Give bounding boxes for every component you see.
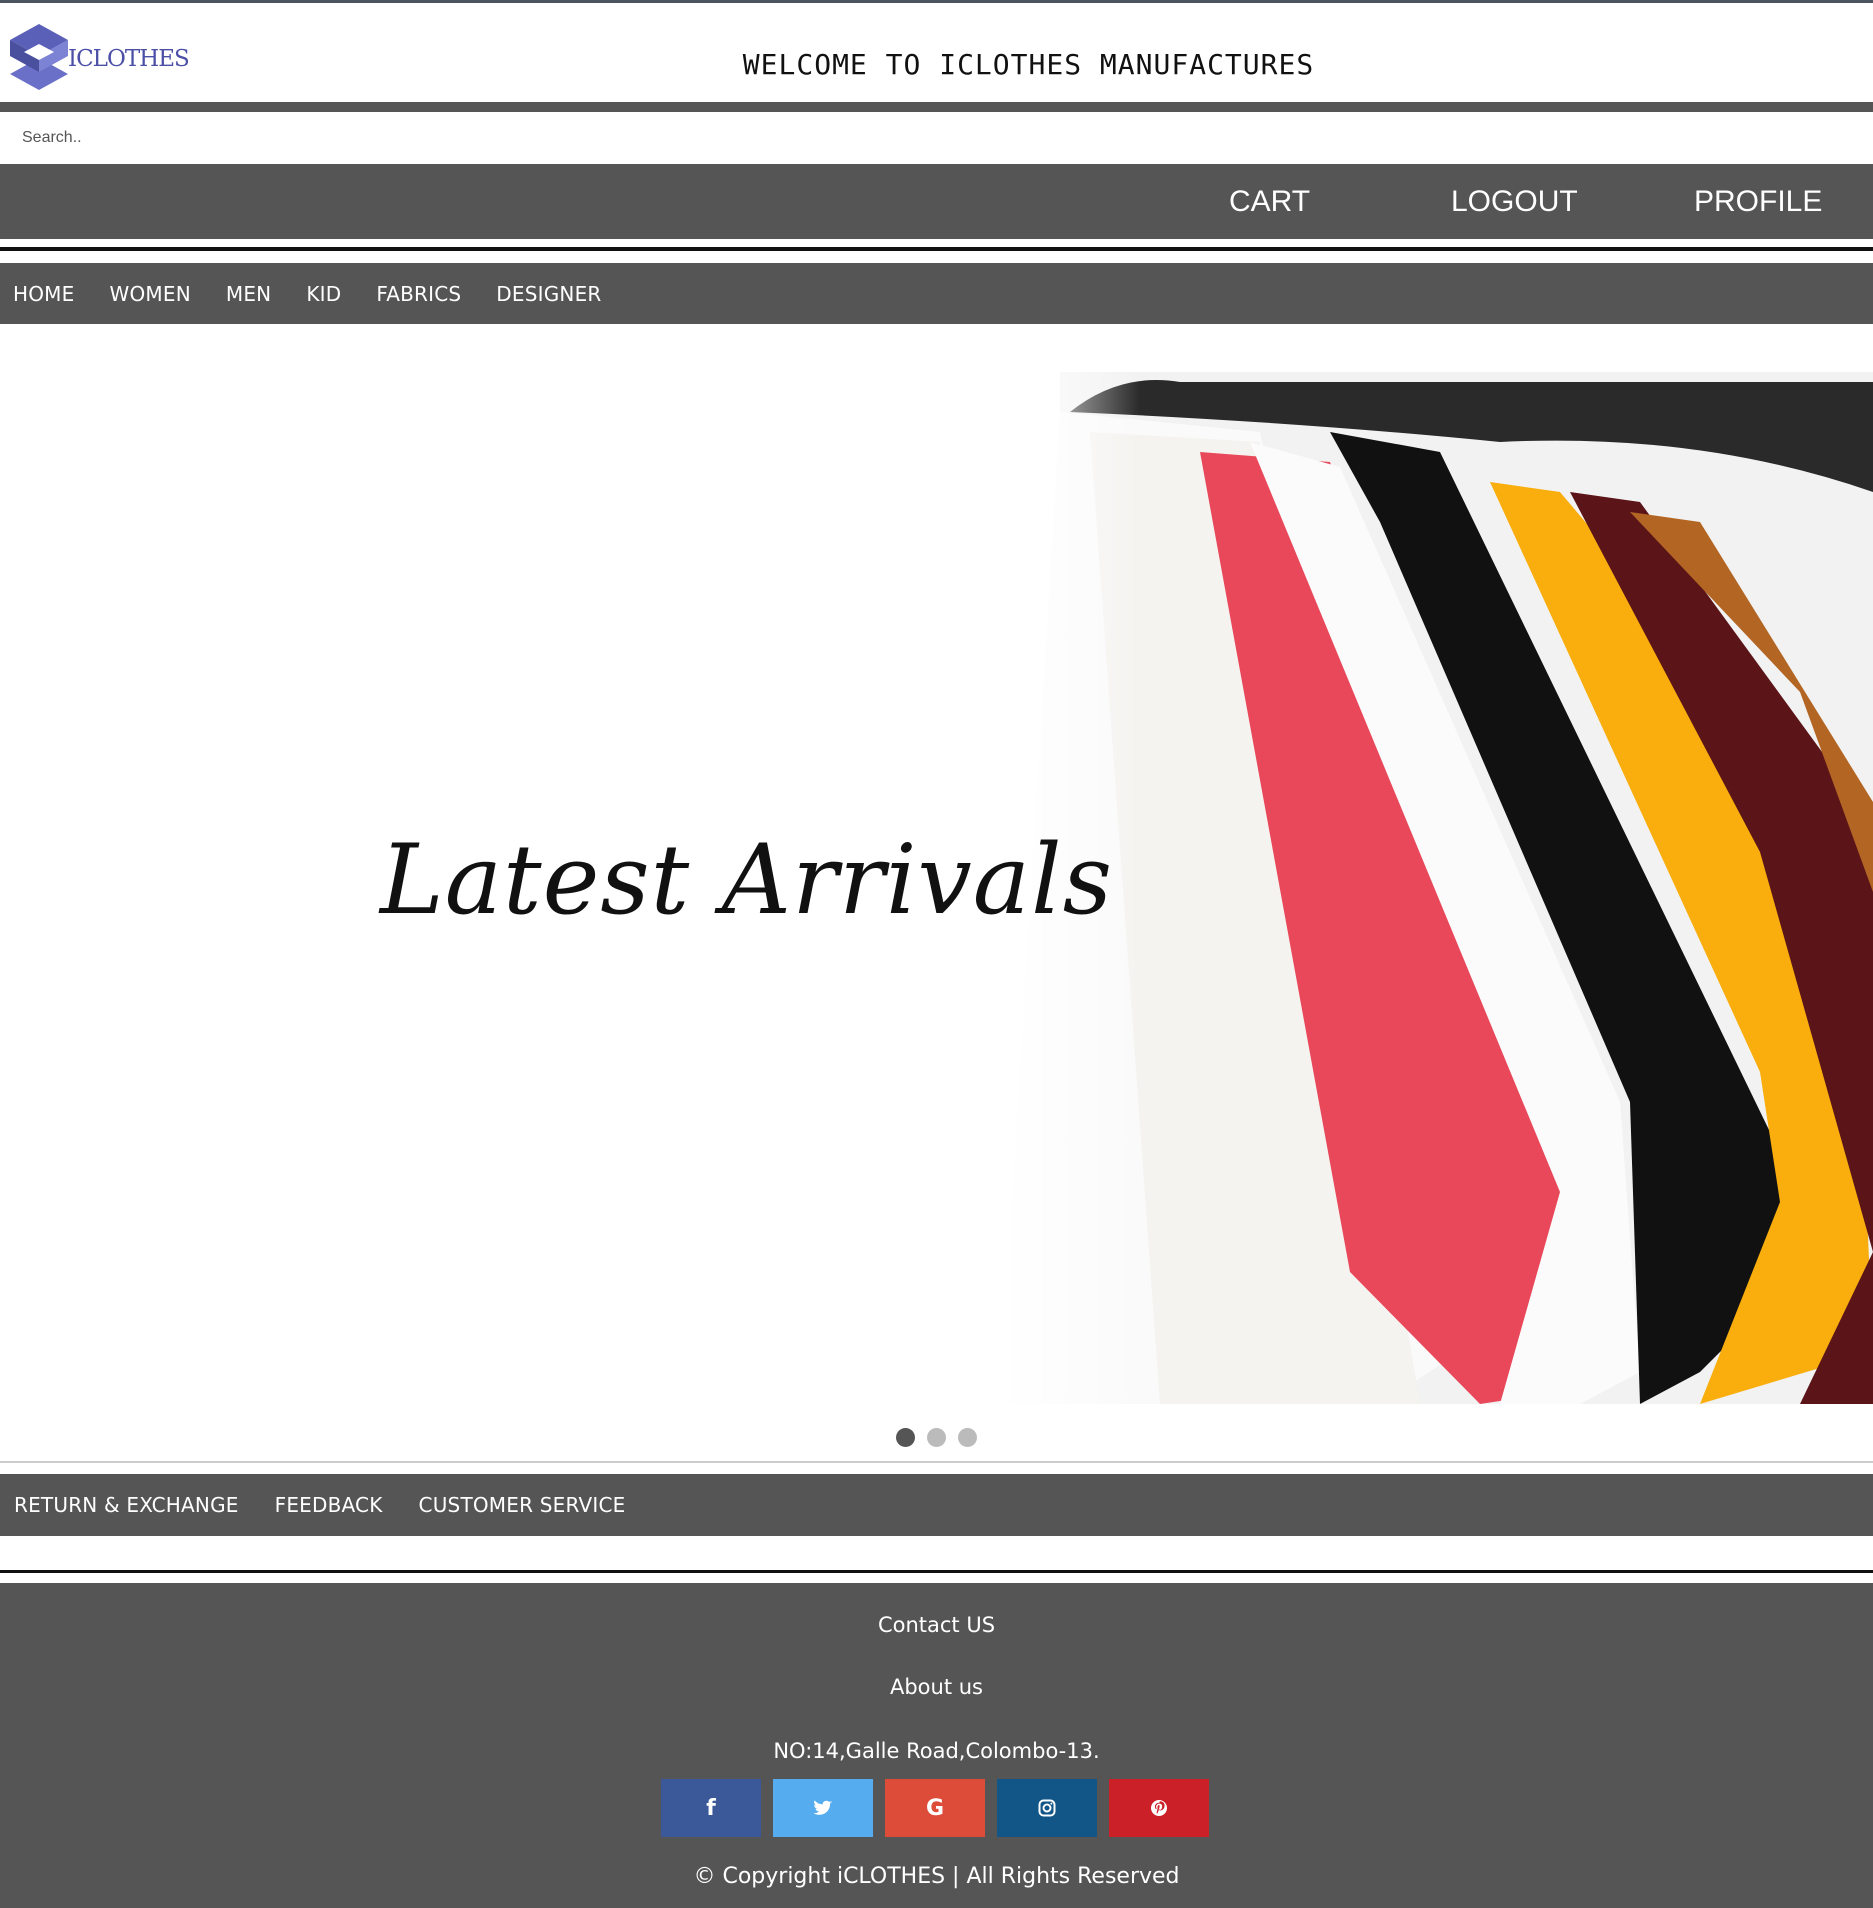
account-nav: CART LOGOUT PROFILE — [0, 164, 1873, 239]
divider — [0, 247, 1873, 251]
carousel-dot-3[interactable] — [958, 1428, 977, 1447]
google-button[interactable]: G — [885, 1779, 985, 1837]
service-nav: RETURN & EXCHANGE FEEDBACK CUSTOMER SERV… — [0, 1474, 1873, 1536]
cart-link[interactable]: CART — [1229, 164, 1310, 239]
nav-item-customer-service[interactable]: CUSTOMER SERVICE — [419, 1493, 626, 1517]
pinterest-button[interactable] — [1109, 1779, 1209, 1837]
facebook-button[interactable]: f — [661, 1779, 761, 1837]
nav-item-women[interactable]: WOMEN — [109, 282, 190, 306]
instagram-icon — [1038, 1799, 1056, 1817]
contact-link[interactable]: Contact US — [0, 1613, 1873, 1637]
header-divider — [0, 102, 1873, 112]
nav-item-designer[interactable]: DESIGNER — [496, 282, 601, 306]
twitter-icon — [813, 1800, 832, 1815]
carousel-indicators — [0, 1428, 1873, 1447]
hero-banner: Latest Arrivals — [0, 372, 1873, 1404]
social-links: f G — [661, 1779, 1209, 1837]
pinterest-icon — [1151, 1800, 1167, 1816]
divider — [0, 1570, 1873, 1573]
nav-item-return-exchange[interactable]: RETURN & EXCHANGE — [14, 1493, 239, 1517]
carousel-dot-2[interactable] — [927, 1428, 946, 1447]
google-icon: G — [925, 1795, 945, 1821]
nav-item-men[interactable]: MEN — [226, 282, 271, 306]
logout-link[interactable]: LOGOUT — [1451, 164, 1578, 239]
copyright-text: © Copyright iCLOTHES | All Rights Reserv… — [693, 1864, 1180, 1889]
site-header: ICLOTHES WELCOME TO ICLOTHES MANUFACTURE… — [0, 3, 1873, 103]
facebook-icon: f — [706, 1795, 716, 1821]
twitter-button[interactable] — [773, 1779, 873, 1837]
about-link[interactable]: About us — [0, 1675, 1873, 1699]
address-text: NO:14,Galle Road,Colombo-13. — [773, 1739, 1100, 1763]
instagram-button[interactable] — [997, 1779, 1097, 1837]
nav-item-feedback[interactable]: FEEDBACK — [275, 1493, 383, 1517]
profile-link[interactable]: PROFILE — [1694, 164, 1822, 239]
main-nav: HOME WOMEN MEN KID FABRICS DESIGNER — [0, 263, 1873, 324]
divider — [0, 1461, 1873, 1463]
banner-title: Latest Arrivals — [380, 824, 1113, 936]
nav-item-home[interactable]: HOME — [13, 282, 74, 306]
nav-item-kid[interactable]: KID — [306, 282, 341, 306]
site-footer: Contact US About us NO:14,Galle Road,Col… — [0, 1583, 1873, 1908]
carousel-dot-1[interactable] — [896, 1428, 915, 1447]
search-input[interactable] — [0, 113, 1873, 163]
nav-item-fabrics[interactable]: FABRICS — [376, 282, 461, 306]
page-title: WELCOME TO ICLOTHES MANUFACTURES — [742, 48, 1315, 81]
